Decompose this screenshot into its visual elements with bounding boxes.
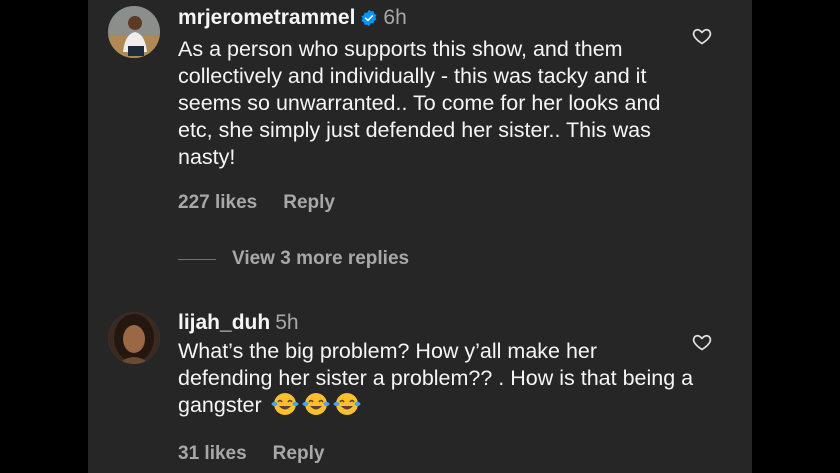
likes-count[interactable]: 31 likes	[178, 443, 247, 464]
face-with-tears-of-joy-icon	[271, 392, 299, 423]
comment-text-body: What’s the big problem? How y’all make h…	[178, 339, 694, 417]
comment-username[interactable]: mrjerometrammel	[178, 6, 355, 29]
reply-button[interactable]: Reply	[283, 192, 335, 213]
comment-text: What’s the big problem? How y’all make h…	[178, 338, 694, 423]
comment-time: 5h	[275, 311, 299, 334]
comment-username[interactable]: lijah_duh	[178, 311, 270, 334]
comments-panel: mrjerometrammel 6h As a person who suppor…	[88, 0, 752, 473]
likes-count[interactable]: 227 likes	[178, 192, 257, 213]
like-heart-icon[interactable]	[692, 332, 712, 352]
view-more-replies[interactable]: View 3 more replies	[178, 248, 409, 270]
like-heart-icon[interactable]	[692, 26, 712, 46]
verified-badge-icon	[360, 8, 378, 34]
reply-button[interactable]: Reply	[273, 443, 325, 464]
comment-time: 6h	[383, 6, 407, 29]
view-more-replies-label[interactable]: View 3 more replies	[232, 248, 409, 270]
avatar[interactable]	[108, 6, 160, 58]
face-with-tears-of-joy-icon	[333, 392, 361, 423]
divider-line	[178, 258, 216, 260]
comment-text: As a person who supports this show, and …	[178, 37, 661, 169]
avatar[interactable]	[108, 312, 160, 364]
face-with-tears-of-joy-icon	[302, 392, 330, 423]
